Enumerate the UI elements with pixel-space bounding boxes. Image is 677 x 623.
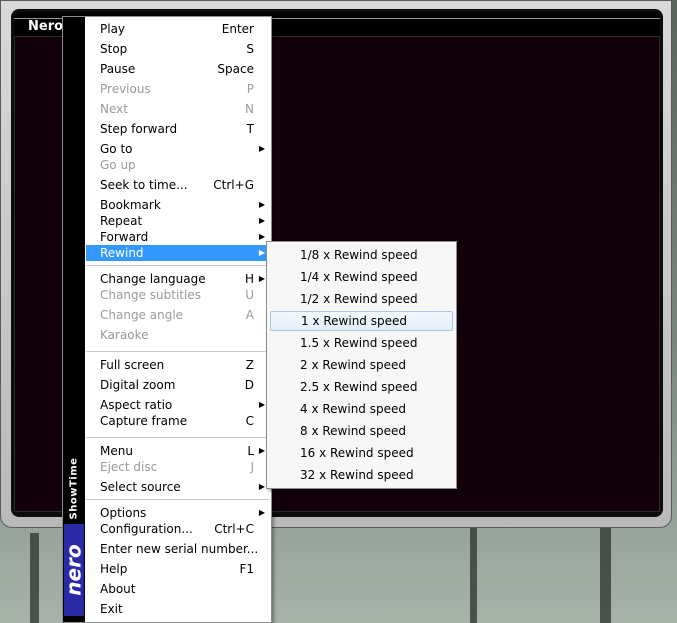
- menu-item-menu[interactable]: Menu L ▶: [86, 443, 270, 459]
- menu-item-aspect-ratio[interactable]: Aspect ratio ▶: [86, 397, 270, 413]
- menu-item-select-source[interactable]: Select source ▶: [86, 479, 270, 495]
- menu-item-eject-disc: Eject disc J: [100, 460, 254, 474]
- menu-item-pause[interactable]: Pause Space: [86, 61, 270, 77]
- nero-logo: nero: [62, 524, 86, 616]
- background-tree: [470, 513, 477, 623]
- menu-item-bookmark[interactable]: Bookmark ▶: [86, 197, 270, 213]
- rewind-speed-8[interactable]: 8 x Rewind speed: [270, 421, 453, 441]
- menu-separator: [86, 351, 270, 353]
- rewind-speed-1[interactable]: 1 x Rewind speed: [270, 311, 453, 331]
- menu-item-previous: Previous P: [100, 82, 254, 96]
- menu-separator: [86, 265, 270, 267]
- menu-item-forward[interactable]: Forward ▶: [86, 229, 270, 245]
- submenu-arrow-icon: ▶: [258, 232, 265, 241]
- rewind-speed-4[interactable]: 4 x Rewind speed: [270, 399, 453, 419]
- menu-item-enter-serial[interactable]: Enter new serial number...: [86, 541, 270, 557]
- rewind-speed-1-8[interactable]: 1/8 x Rewind speed: [270, 245, 453, 265]
- rewind-speed-1-4[interactable]: 1/4 x Rewind speed: [270, 267, 453, 287]
- showtime-logo-text: ShowTime: [68, 457, 80, 520]
- menu-item-go-to[interactable]: Go to ▶: [86, 141, 270, 157]
- submenu-arrow-icon: ▶: [258, 446, 265, 455]
- menu-item-change-angle: Change angle A: [100, 308, 254, 322]
- menu-item-full-screen[interactable]: Full screen Z: [86, 357, 270, 373]
- rewind-speed-2-5[interactable]: 2.5 x Rewind speed: [270, 377, 453, 397]
- menu-item-next: Next N: [100, 102, 254, 116]
- menu-separator: [86, 499, 270, 501]
- submenu-arrow-icon: ▶: [258, 274, 265, 283]
- background-tree: [30, 533, 39, 623]
- context-menu: ShowTime nero Play Enter Stop S Pause Space…: [62, 16, 272, 623]
- background-tree: [600, 523, 611, 623]
- window-title: Nero: [28, 19, 66, 34]
- rewind-speed-16[interactable]: 16 x Rewind speed: [270, 443, 453, 463]
- menu-item-digital-zoom[interactable]: Digital zoom D: [86, 377, 270, 393]
- submenu-arrow-icon: ▶: [258, 400, 265, 409]
- menu-item-exit[interactable]: Exit: [86, 601, 270, 617]
- menu-item-stop[interactable]: Stop S: [86, 41, 270, 57]
- menu-item-seek-to-time[interactable]: Seek to time... Ctrl+G: [86, 177, 270, 193]
- submenu-arrow-icon: ▶: [258, 144, 265, 153]
- menu-item-configuration[interactable]: Configuration... Ctrl+C: [86, 521, 270, 537]
- menu-item-options[interactable]: Options ▶: [86, 505, 270, 521]
- menu-item-about[interactable]: About: [86, 581, 270, 597]
- rewind-speed-1-5[interactable]: 1.5 x Rewind speed: [270, 333, 453, 353]
- rewind-speed-2[interactable]: 2 x Rewind speed: [270, 355, 453, 375]
- menu-item-karaoke: Karaoke: [100, 328, 149, 342]
- menu-item-rewind[interactable]: Rewind ▶: [86, 245, 270, 261]
- submenu-arrow-icon: ▶: [258, 508, 265, 517]
- submenu-arrow-icon: ▶: [258, 248, 265, 257]
- menu-item-go-up: Go up: [100, 158, 136, 172]
- submenu-arrow-icon: ▶: [258, 216, 265, 225]
- rewind-speed-1-2[interactable]: 1/2 x Rewind speed: [270, 289, 453, 309]
- rewind-submenu: 1/8 x Rewind speed 1/4 x Rewind speed 1/…: [266, 241, 457, 489]
- rewind-speed-32[interactable]: 32 x Rewind speed: [270, 465, 453, 485]
- menu-brand-strip: ShowTime nero: [62, 17, 86, 622]
- menu-separator: [86, 437, 270, 439]
- menu-item-play[interactable]: Play Enter: [86, 21, 270, 37]
- menu-item-change-subtitles: Change subtitles U: [100, 288, 254, 302]
- submenu-arrow-icon: ▶: [258, 482, 265, 491]
- menu-item-help[interactable]: Help F1: [86, 561, 270, 577]
- menu-item-repeat[interactable]: Repeat ▶: [86, 213, 270, 229]
- submenu-arrow-icon: ▶: [258, 200, 265, 209]
- menu-item-change-language[interactable]: Change language H ▶: [86, 271, 270, 287]
- menu-item-step-forward[interactable]: Step forward T: [86, 121, 270, 137]
- menu-item-capture-frame[interactable]: Capture frame C: [86, 413, 270, 429]
